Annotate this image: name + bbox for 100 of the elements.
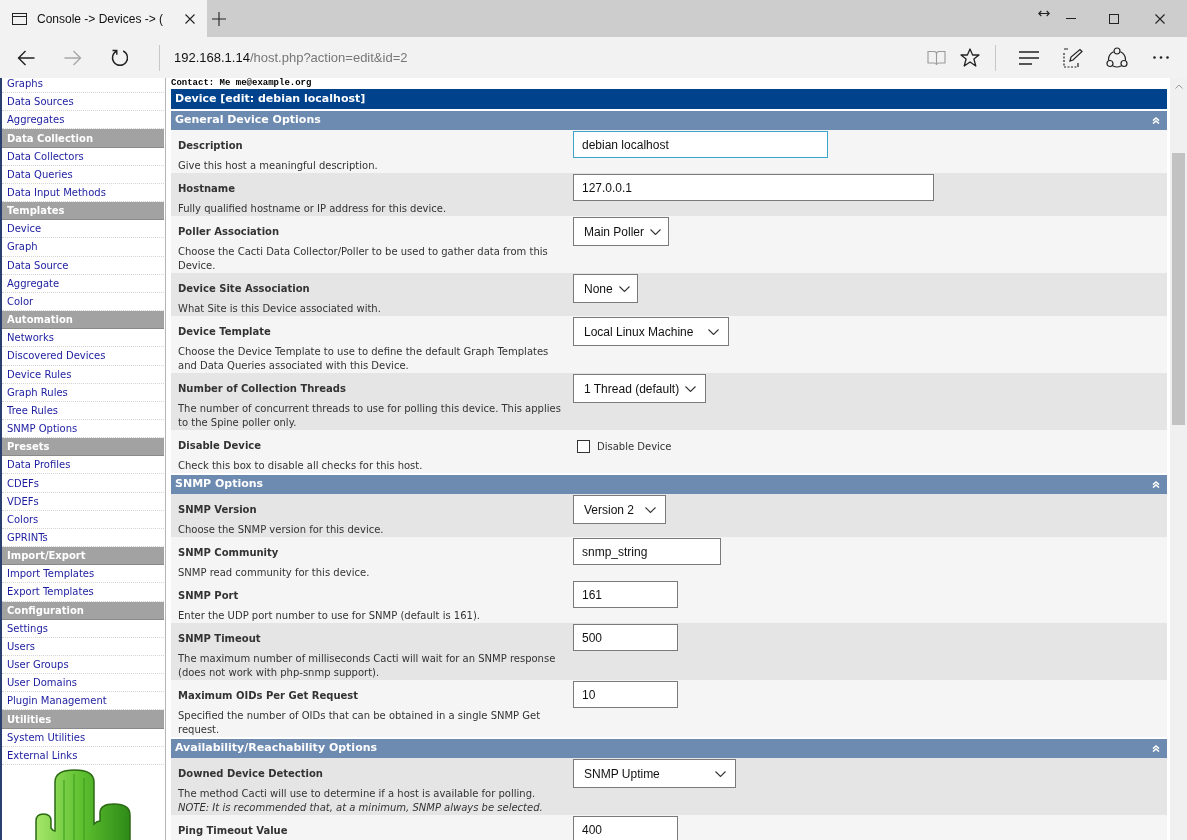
- sidebar-section-header: Utilities: [2, 710, 164, 729]
- lines-icon: [1019, 50, 1039, 65]
- field-label: Poller Association: [178, 224, 281, 239]
- sidebar-section-header: Data Collection: [2, 129, 164, 148]
- resize-arrows-button[interactable]: [1037, 9, 1051, 18]
- field-label: Description: [178, 138, 244, 153]
- text-field[interactable]: 400: [573, 816, 678, 840]
- close-icon: [1155, 13, 1165, 24]
- field-description: Check this box to disable all checks for this host.: [178, 459, 424, 473]
- share-icon: [1106, 47, 1128, 68]
- sidebar-link[interactable]: Aggregate: [2, 274, 164, 293]
- sidebar-link[interactable]: CDEFs: [2, 474, 164, 493]
- field-label: Disable Device: [178, 438, 263, 453]
- select-dropdown[interactable]: 1 Thread (default): [573, 374, 706, 403]
- sidebar-link[interactable]: VDEFs: [2, 492, 164, 511]
- field-label: Device Template: [178, 324, 272, 339]
- sidebar-link[interactable]: Data Profiles: [2, 456, 164, 475]
- field-description: Enter the UDP port number to use for SNMP (default is 161).: [178, 609, 481, 623]
- minimize-icon: [1066, 18, 1076, 19]
- sidebar-link[interactable]: User Domains: [2, 674, 164, 693]
- double-chevron-up-icon[interactable]: [1152, 117, 1160, 124]
- field-description: Choose the Device Template to use to define the default Graph Templates and Data Queries associated with this Device.: [178, 345, 550, 373]
- maximize-icon: [1109, 13, 1119, 24]
- field-description: Give this host a meaningful description.: [178, 159, 379, 173]
- select-dropdown[interactable]: Version 2: [573, 495, 666, 524]
- text-field[interactable]: 500: [573, 624, 678, 651]
- field-label: SNMP Community: [178, 545, 280, 560]
- text-field[interactable]: snmp_string: [573, 538, 721, 565]
- field-description: The number of concurrent threads to use for polling this device. This applies to the Spine poller only.: [178, 402, 562, 430]
- back-arrow-icon: [16, 49, 35, 66]
- sidebar-link[interactable]: Data Collectors: [2, 147, 164, 166]
- sidebar-section-header: Import/Export: [2, 547, 164, 566]
- checkbox[interactable]: [577, 440, 590, 453]
- sidebar-link[interactable]: Data Source: [2, 256, 164, 275]
- chevron-down-icon: [708, 328, 719, 335]
- sidebar-section-header: Presets: [2, 438, 164, 457]
- window-icon: [12, 12, 27, 25]
- sidebar-link[interactable]: Discovered Devices: [2, 347, 164, 366]
- select-dropdown[interactable]: Main Poller: [573, 217, 669, 246]
- browser-tab[interactable]: Console -> Devices -> (: [0, 0, 207, 37]
- more-dots-icon: [1153, 56, 1169, 59]
- checkbox-label[interactable]: Disable Device: [597, 440, 672, 453]
- field-description: Choose the Cacti Data Collector/Poller to be used to gather data from this Device.: [178, 245, 549, 273]
- sidebar-link[interactable]: Device Rules: [2, 365, 164, 384]
- text-field[interactable]: debian localhost: [573, 131, 828, 158]
- sidebar-link[interactable]: External Links: [2, 746, 164, 765]
- sidebar-link[interactable]: Settings: [2, 619, 164, 638]
- field-label: Number of Collection Threads: [178, 381, 347, 396]
- sidebar-link[interactable]: Graph Rules: [2, 383, 164, 402]
- sidebar-link[interactable]: Data Sources: [2, 93, 164, 112]
- text-field[interactable]: 127.0.0.1: [573, 174, 934, 201]
- sidebar-link[interactable]: User Groups: [2, 656, 164, 675]
- refresh-icon: [110, 48, 129, 67]
- double-chevron-up-icon[interactable]: [1152, 481, 1160, 488]
- field-description: What Site is this Device associated with.: [178, 302, 382, 316]
- plus-icon: [212, 11, 226, 26]
- panel-title: Device [edit: debian localhost]: [171, 89, 1167, 109]
- field-label: SNMP Port: [178, 588, 240, 603]
- sidebar-link[interactable]: Users: [2, 637, 164, 656]
- sidebar-link[interactable]: Import Templates: [2, 565, 164, 584]
- field-label: SNMP Version: [178, 502, 258, 517]
- field-description: Specified the number of OIDs that can be obtained in a single SNMP Get request.: [178, 709, 542, 737]
- sidebar-link[interactable]: Tree Rules: [2, 401, 164, 420]
- sidebar-section-header: Templates: [2, 202, 164, 221]
- sidebar-link[interactable]: Graph: [2, 238, 164, 257]
- section-title: SNMP Options: [175, 476, 264, 493]
- scrollbar-thumb[interactable]: [1172, 153, 1185, 425]
- field-label: Hostname: [178, 181, 237, 196]
- field-description: The maximum number of milliseconds Cacti will wait for an SNMP response (does not work with php-snmp support).: [178, 652, 557, 680]
- close-icon: [185, 13, 195, 24]
- sidebar-link[interactable]: System Utilities: [2, 728, 164, 747]
- section-title: Availability/Reachability Options: [175, 740, 378, 757]
- sidebar-section-header: Configuration: [2, 601, 164, 620]
- star-icon: [959, 48, 980, 67]
- forward-arrow-icon: [63, 49, 82, 66]
- text-field[interactable]: 10: [573, 681, 678, 708]
- sidebar-link[interactable]: Colors: [2, 510, 164, 529]
- text-field[interactable]: 161: [573, 581, 678, 608]
- section-title: General Device Options: [175, 112, 321, 129]
- field-description: SNMP read community for this device.: [178, 566, 371, 580]
- select-dropdown[interactable]: None: [573, 274, 638, 303]
- double-arrow-icon: [1038, 10, 1050, 17]
- select-dropdown[interactable]: Local Linux Machine: [573, 317, 729, 346]
- field-label: Ping Timeout Value: [178, 823, 289, 838]
- field-label: SNMP Timeout: [178, 631, 262, 646]
- field-description: The method Cacti will use to determine if a host is available for polling. NOTE: It is recommended that, at a minimum, SNMP always be selected.: [178, 787, 544, 815]
- sidebar-link[interactable]: Networks: [2, 329, 164, 348]
- field-description: Choose the SNMP version for this device.: [178, 523, 385, 537]
- sidebar-link[interactable]: Device: [2, 220, 164, 239]
- sidebar-link[interactable]: Data Queries: [2, 165, 164, 184]
- chevron-down-icon: [715, 770, 726, 777]
- field-label: Device Site Association: [178, 281, 311, 296]
- sidebar-link[interactable]: Export Templates: [2, 583, 164, 602]
- select-dropdown[interactable]: SNMP Uptime: [573, 759, 736, 788]
- field-label: Downed Device Detection: [178, 766, 324, 781]
- sidebar-section-header: Automation: [2, 311, 164, 330]
- field-description: Fully qualified hostname or IP address for this device.: [178, 202, 448, 216]
- chevron-down-icon: [645, 506, 656, 513]
- sidebar-link[interactable]: Graphs: [2, 78, 164, 94]
- double-chevron-up-icon[interactable]: [1152, 745, 1160, 752]
